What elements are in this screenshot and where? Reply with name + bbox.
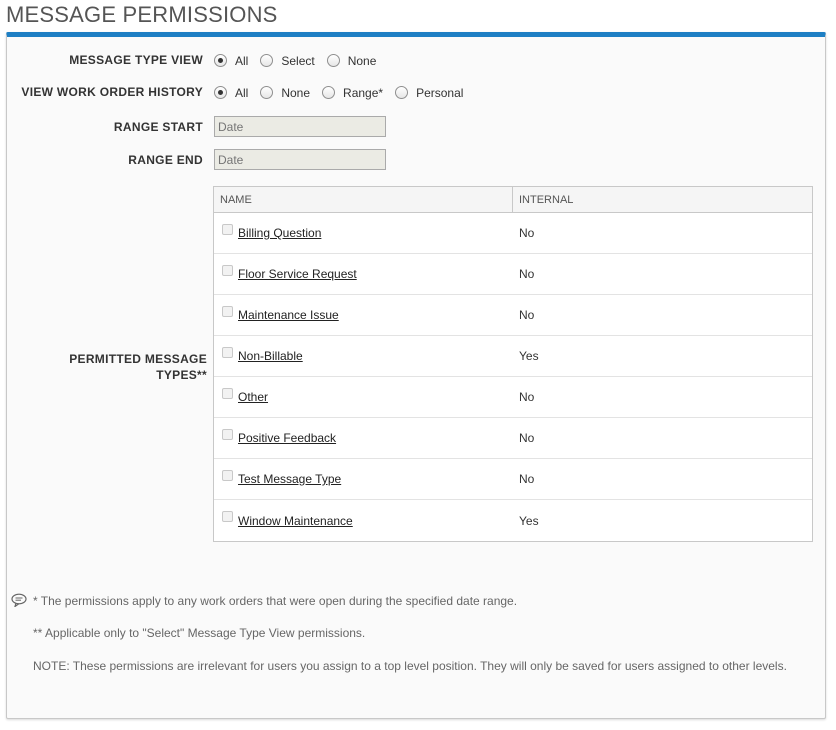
row-checkbox[interactable] [222, 346, 233, 358]
table-row: Billing Question No [214, 213, 812, 254]
message-type-all-label: All [235, 54, 249, 68]
history-range-label: Range* [343, 86, 384, 100]
permitted-types-label: PERMITTED MESSAGE TYPES** [7, 351, 207, 383]
history-all-label: All [235, 86, 249, 100]
message-type-none-label: None [347, 54, 377, 68]
message-type-link[interactable]: Test Message Type [238, 472, 341, 486]
permitted-types-label-line1: PERMITTED MESSAGE [69, 352, 207, 366]
range-end-row: RANGE END [7, 149, 386, 170]
message-type-link[interactable]: Positive Feedback [238, 431, 336, 445]
row-checkbox[interactable] [222, 223, 233, 235]
note-top-level: NOTE: These permissions are irrelevant f… [33, 659, 787, 673]
internal-value: Yes [519, 513, 539, 528]
row-checkbox[interactable] [222, 387, 233, 399]
history-personal-label: Personal [416, 86, 464, 100]
message-type-link[interactable]: Non-Billable [238, 349, 303, 363]
message-type-view-row: MESSAGE TYPE VIEW All Select None [7, 52, 388, 68]
message-type-none-radio[interactable] [326, 53, 340, 67]
permissions-panel: MESSAGE TYPE VIEW All Select None VIEW W… [6, 32, 826, 719]
work-order-history-label: VIEW WORK ORDER HISTORY [21, 85, 203, 99]
row-checkbox[interactable] [222, 305, 233, 317]
internal-value: No [519, 472, 535, 486]
history-none-radio[interactable] [260, 85, 274, 99]
message-type-link[interactable]: Other [238, 390, 268, 404]
row-checkbox[interactable] [222, 469, 233, 481]
permitted-types-label-line2: TYPES** [156, 368, 207, 382]
range-start-input[interactable] [214, 116, 386, 137]
work-order-history-radios: All None Range* Personal [214, 84, 475, 100]
table-row: Other No [214, 377, 812, 418]
internal-value: No [519, 390, 535, 404]
range-end-input[interactable] [214, 149, 386, 170]
speech-bubble-icon [11, 593, 27, 607]
table-row: Test Message Type No [214, 459, 812, 500]
internal-value: No [519, 267, 535, 281]
row-checkbox[interactable] [222, 511, 233, 522]
message-type-link[interactable]: Floor Service Request [238, 267, 357, 281]
history-personal-radio[interactable] [395, 85, 409, 99]
table-row: Window Maintenance Yes [214, 500, 812, 541]
message-type-link[interactable]: Maintenance Issue [238, 308, 339, 322]
column-header-name[interactable]: NAME [214, 187, 513, 212]
table-row: Positive Feedback No [214, 418, 812, 459]
internal-value: No [519, 226, 535, 240]
column-header-internal[interactable]: INTERNAL [513, 194, 573, 206]
internal-value: No [519, 431, 535, 445]
message-type-select-radio[interactable] [260, 53, 274, 67]
work-order-history-row: VIEW WORK ORDER HISTORY All None Range* … [7, 84, 475, 100]
history-none-label: None [281, 86, 311, 100]
history-range-radio[interactable] [322, 85, 336, 99]
range-start-row: RANGE START [7, 116, 386, 137]
message-type-select-label: Select [281, 54, 315, 68]
message-type-all-radio[interactable] [214, 53, 227, 67]
row-checkbox[interactable] [222, 264, 233, 276]
note-date-range: * The permissions apply to any work orde… [33, 594, 518, 608]
table-row: Non-Billable Yes [214, 336, 812, 377]
message-type-link[interactable]: Billing Question [238, 226, 321, 240]
internal-value: No [519, 308, 535, 322]
page-title: MESSAGE PERMISSIONS [6, 2, 278, 27]
table-header: NAME INTERNAL [214, 187, 812, 213]
internal-value: Yes [519, 349, 539, 363]
message-type-view-radios: All Select None [214, 52, 388, 68]
table-row: Floor Service Request No [214, 254, 812, 295]
note-select-only: ** Applicable only to "Select" Message T… [33, 626, 366, 640]
table-row: Maintenance Issue No [214, 295, 812, 336]
history-all-radio[interactable] [214, 85, 227, 99]
table-body: Billing Question No Floor Service Reques… [214, 213, 812, 541]
message-type-view-label: MESSAGE TYPE VIEW [69, 53, 203, 67]
row-checkbox[interactable] [222, 428, 233, 440]
range-start-label: RANGE START [113, 119, 203, 134]
message-type-link[interactable]: Window Maintenance [238, 514, 353, 528]
range-end-label: RANGE END [128, 152, 203, 167]
message-types-table: NAME INTERNAL Billing Question No Floor … [213, 186, 813, 542]
